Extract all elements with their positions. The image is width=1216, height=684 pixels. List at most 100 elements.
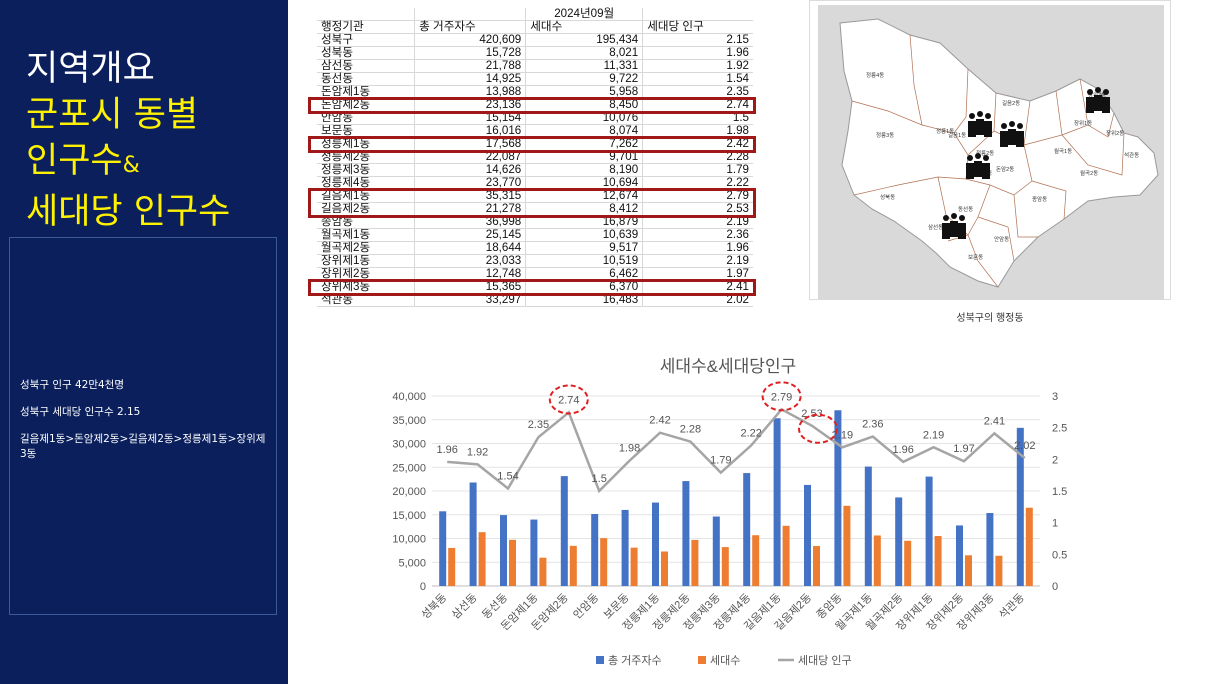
line-data-label: 1.92 bbox=[467, 446, 488, 458]
table-cell-value: 12,748 bbox=[414, 267, 526, 281]
x-tick-label: 삼선동 bbox=[449, 591, 480, 622]
people-icon bbox=[968, 111, 992, 137]
map-caption: 성북구의 행정동 bbox=[956, 313, 1024, 324]
summary-box: 성북구 인구 42만4천명 성북구 세대당 인구수 2.15 길음제1동>돈암제… bbox=[9, 237, 277, 615]
district-label: 보문동 bbox=[968, 254, 983, 261]
bar-households bbox=[843, 505, 851, 586]
table-cell-district: 장위제2동 bbox=[317, 267, 415, 281]
table-cell-district: 돈암제2동 bbox=[317, 98, 415, 112]
table-cell-value: 10,076 bbox=[525, 111, 643, 125]
district-outline bbox=[839, 18, 1159, 288]
district-label: 안암동 bbox=[994, 235, 1009, 243]
table-cell-district: 성북구 bbox=[317, 33, 415, 47]
table-cell-value: 25,145 bbox=[414, 228, 526, 242]
table-row: 성북구 420,609 195,434 2.15 bbox=[317, 33, 753, 47]
table-cell-value: 33,297 bbox=[414, 293, 526, 307]
table-header: 세대당 인구 bbox=[642, 20, 753, 34]
y-left-tick-label: 20,000 bbox=[392, 486, 426, 498]
y-left-tick-label: 40,000 bbox=[392, 391, 426, 403]
bar-households bbox=[630, 547, 638, 586]
bar-total-residents bbox=[621, 509, 629, 586]
table-header: 세대수 bbox=[525, 20, 643, 34]
line-data-label: 2.41 bbox=[984, 415, 1005, 427]
table-cell-district: 길음제1동 bbox=[317, 189, 415, 203]
table-row: 정릉제3동 14,626 8,190 1.79 bbox=[317, 163, 753, 177]
table-cell-district: 장위제1동 bbox=[317, 254, 415, 268]
table-cell-value: 6,370 bbox=[525, 280, 643, 294]
people-icon bbox=[942, 213, 966, 239]
y-right-tick-label: 2 bbox=[1052, 454, 1058, 466]
bar-total-residents bbox=[804, 484, 811, 586]
summary-ranking: 길음제1동>돈암제2동>길음제2동>정릉제1동>장위제3동 bbox=[20, 433, 266, 460]
bar-total-residents bbox=[500, 515, 507, 586]
table-row: 보문동 16,016 8,074 1.98 bbox=[317, 124, 753, 138]
title-line-3-text: 인구수 bbox=[26, 141, 123, 181]
line-data-label: 2.35 bbox=[528, 419, 549, 431]
bar-total-residents bbox=[864, 466, 872, 586]
summary-text: 성북구 인구 42만4천명 성북구 세대당 인구수 2.15 길음제1동>돈암제… bbox=[20, 378, 270, 474]
table-row: 월곡제1동 25,145 10,639 2.36 bbox=[317, 228, 753, 242]
legend-swatch bbox=[596, 656, 604, 664]
table-cell-value: 15,728 bbox=[414, 46, 526, 60]
table-header-row: 행정기관 총 거주자수 세대수 세대당 인구 bbox=[317, 20, 753, 34]
bar-households bbox=[873, 535, 881, 586]
bar-households bbox=[782, 525, 790, 586]
line-data-label: 1.96 bbox=[436, 444, 457, 456]
bar-households bbox=[448, 547, 456, 586]
table-row: 월곡제2동 18,644 9,517 1.96 bbox=[317, 241, 753, 255]
y-right-tick-label: 2.5 bbox=[1052, 423, 1067, 435]
x-tick-label: 석관동 bbox=[996, 591, 1027, 622]
bar-total-residents bbox=[591, 514, 599, 586]
table-cell-value: 6,462 bbox=[525, 267, 643, 281]
line-data-label: 2.02 bbox=[1014, 440, 1035, 452]
table-row: 길음제1동 35,315 12,674 2.79 bbox=[317, 189, 753, 203]
table-cell-district: 길음제2동 bbox=[317, 202, 415, 216]
table-row: 석관동 33,297 16,483 2.02 bbox=[317, 293, 753, 307]
table-cell-value: 8,190 bbox=[525, 163, 643, 177]
chart-line: 1.96 1.92 1.54 2.35 2.74 1.5 1.98 2.42 2.28 1.79 2… bbox=[436, 391, 1036, 494]
bar-total-residents bbox=[956, 525, 963, 586]
bar-households bbox=[752, 535, 760, 586]
y-left-tick-label: 25,000 bbox=[392, 462, 426, 474]
summary-per-household: 성북구 세대당 인구수 2.15 bbox=[20, 406, 141, 418]
bar-total-residents bbox=[895, 497, 903, 586]
table-cell-value: 2.19 bbox=[642, 254, 753, 268]
table-cell-value: 2.19 bbox=[642, 215, 753, 229]
district-label: 정릉3동 bbox=[876, 132, 894, 139]
table-cell-district: 정릉제2동 bbox=[317, 150, 415, 164]
x-tick-label: 안암동 bbox=[571, 591, 602, 622]
y-left-tick-label: 35,000 bbox=[392, 415, 426, 427]
table-cell-value: 420,609 bbox=[414, 33, 526, 47]
table-cell-district: 안암동 bbox=[317, 111, 415, 125]
table-cell-value: 16,483 bbox=[525, 293, 643, 307]
table-cell-value: 2.36 bbox=[642, 228, 753, 242]
line-data-label: 1.97 bbox=[953, 443, 974, 455]
summary-population: 성북구 인구 42만4천명 bbox=[20, 379, 124, 391]
table-cell-value: 13,988 bbox=[414, 85, 526, 99]
table-cell-value: 1.5 bbox=[642, 111, 753, 125]
bar-total-residents bbox=[773, 418, 781, 586]
line-data-label: 2.79 bbox=[771, 391, 792, 403]
table-row: 길음제2동 21,278 8,412 2.53 bbox=[317, 202, 753, 216]
bar-total-residents bbox=[439, 511, 447, 586]
line-data-label: 1.79 bbox=[710, 455, 731, 467]
y-left-tick-label: 10,000 bbox=[392, 534, 426, 546]
left-panel: 지역개요 군포시 동별 인구수& 세대당 인구수 성북구 인구 42만4천명 성… bbox=[0, 0, 288, 684]
table-cell-value: 7,262 bbox=[525, 137, 643, 151]
table-cell-value: 1.92 bbox=[642, 59, 753, 73]
table-row: 삼선동 21,788 11,331 1.92 bbox=[317, 59, 753, 73]
bar-households bbox=[1025, 507, 1033, 586]
table-cell-value: 9,517 bbox=[525, 241, 643, 255]
line-data-label: 2.19 bbox=[923, 429, 944, 441]
district-label: 돈암2동 bbox=[996, 165, 1014, 173]
table-cell-value: 11,331 bbox=[525, 59, 643, 73]
table-cell-value: 1.96 bbox=[642, 241, 753, 255]
title-line-1: 지역개요 bbox=[26, 49, 155, 89]
table-cell-value: 8,074 bbox=[525, 124, 643, 138]
table-cell-district: 월곡제2동 bbox=[317, 241, 415, 255]
district-label: 장위2동 bbox=[1106, 129, 1124, 137]
table-cell-value: 21,788 bbox=[414, 59, 526, 73]
table-cell-district: 석관동 bbox=[317, 293, 415, 307]
bar-total-residents bbox=[652, 502, 659, 586]
line-data-label: 1.98 bbox=[619, 443, 640, 455]
